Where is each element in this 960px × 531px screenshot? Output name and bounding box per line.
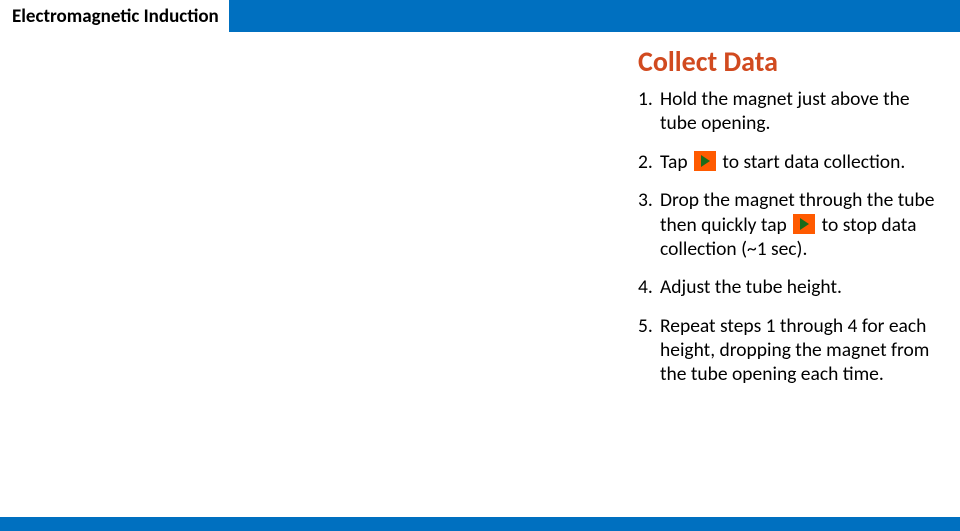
steps-list: Hold the magnet just above the tube open…: [638, 87, 940, 387]
left-pane: [0, 32, 638, 517]
play-icon: [793, 214, 815, 234]
play-icon: [694, 151, 716, 171]
step-2-text-b: to start data collection.: [722, 150, 905, 174]
footer-bar: [0, 517, 960, 531]
step-3: Drop the magnet through the tube then qu…: [638, 188, 940, 261]
step-2-text-a: Tap: [660, 150, 688, 174]
section-title: Collect Data: [638, 44, 940, 79]
header-bar: Electromagnetic Induction: [0, 0, 960, 32]
step-4: Adjust the tube height.: [638, 275, 940, 299]
step-5-text: Repeat steps 1 through 4 for each height…: [660, 314, 929, 387]
step-1: Hold the magnet just above the tube open…: [638, 87, 940, 136]
step-5: Repeat steps 1 through 4 for each height…: [638, 314, 940, 387]
content-area: Collect Data Hold the magnet just above …: [0, 32, 960, 517]
step-4-text: Adjust the tube height.: [660, 275, 842, 299]
step-2: Tap to start data collection.: [638, 150, 940, 174]
page-title: Electromagnetic Induction: [0, 0, 229, 32]
step-1-text: Hold the magnet just above the tube open…: [660, 87, 910, 135]
right-pane: Collect Data Hold the magnet just above …: [638, 32, 960, 517]
